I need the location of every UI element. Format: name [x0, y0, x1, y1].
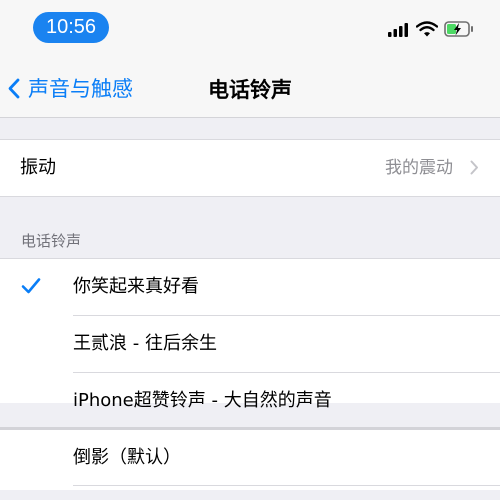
checkmark-icon: [21, 278, 41, 294]
list-item-label: 王贰浪 - 往后余生: [73, 333, 217, 354]
signal-icon: [388, 23, 408, 37]
list-item-label: iPhone超赞铃声 - 大自然的声音: [73, 390, 332, 411]
list-item[interactable]: iPhone超赞铃声 - 大自然的声音: [0, 373, 500, 430]
vibration-label: 振动: [20, 157, 56, 178]
vibration-cell[interactable]: 振动 我的震动: [0, 139, 500, 197]
navigation-bar: 声音与触感 电话铃声: [0, 56, 500, 118]
battery-icon: [444, 21, 473, 37]
ringtone-list: 你笑起来真好看 王贰浪 - 往后余生 iPhone超赞铃声 - 大自然的声音: [0, 258, 500, 411]
section-header-ringtones: 电话铃声: [21, 232, 82, 250]
list-item-label: 你笑起来真好看: [73, 276, 199, 297]
default-tone-cell[interactable]: 倒影（默认）: [0, 430, 500, 490]
status-time: 10:56: [33, 12, 109, 43]
row-separator: [73, 485, 500, 486]
list-item[interactable]: 你笑起来真好看: [0, 259, 500, 316]
page-title: 电话铃声: [208, 78, 292, 102]
list-item[interactable]: 王贰浪 - 往后余生: [0, 316, 500, 373]
chevron-right-icon: [470, 160, 478, 175]
vibration-value: 我的震动: [385, 158, 453, 178]
status-bar: 10:56: [0, 0, 500, 56]
wifi-icon: [416, 21, 438, 37]
default-tone-label: 倒影（默认）: [73, 447, 181, 468]
